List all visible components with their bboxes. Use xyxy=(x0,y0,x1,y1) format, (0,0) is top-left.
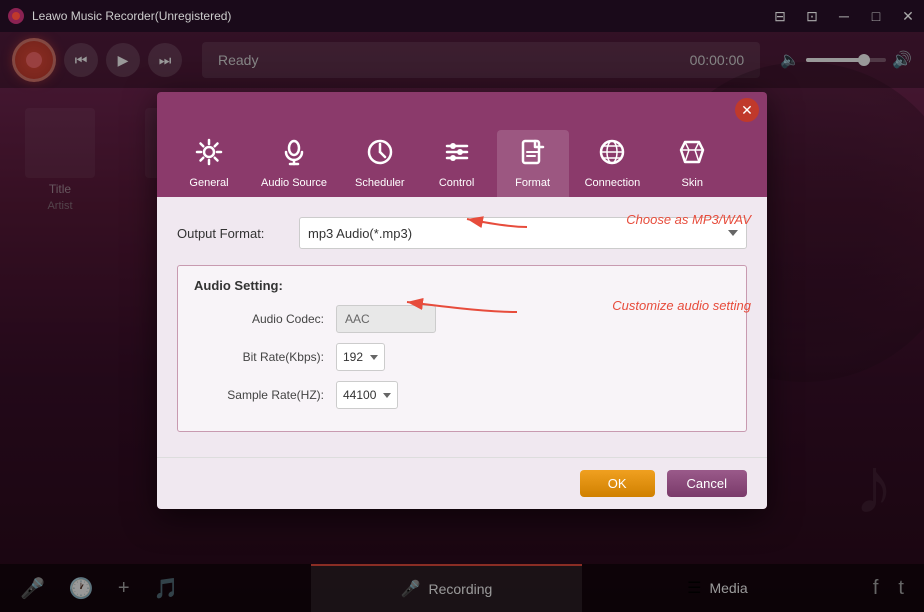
samplerate-select[interactable]: 22050 44100 48000 xyxy=(336,381,398,409)
restore-button[interactable]: ⊡ xyxy=(796,0,828,32)
tab-connection[interactable]: Connection xyxy=(573,130,653,197)
format-select[interactable]: mp3 Audio(*.mp3) WAV Audio(*.wav) AAC Au… xyxy=(299,217,747,249)
general-tab-icon xyxy=(195,138,223,173)
dialog-overlay: ✕ General xyxy=(0,32,924,612)
dialog-footer: OK Cancel xyxy=(157,457,767,509)
samplerate-label: Sample Rate(HZ): xyxy=(194,388,324,402)
control-tab-label: Control xyxy=(439,177,474,189)
minimize-button[interactable]: ─ xyxy=(828,0,860,32)
close-button[interactable]: ✕ xyxy=(892,0,924,32)
window-controls: ⊟ ⊡ ─ □ ✕ xyxy=(764,0,924,32)
output-format-label: Output Format: xyxy=(177,226,287,241)
connection-tab-icon xyxy=(598,138,626,173)
format-tab-icon xyxy=(519,138,547,173)
tab-skin[interactable]: Skin xyxy=(656,130,728,197)
scheduler-tab-icon xyxy=(366,138,394,173)
output-format-row: Output Format: mp3 Audio(*.mp3) WAV Audi… xyxy=(177,217,747,249)
dialog-body: Output Format: mp3 Audio(*.mp3) WAV Audi… xyxy=(157,197,767,457)
format-tab-label: Format xyxy=(515,177,550,189)
audio-source-tab-label: Audio Source xyxy=(261,177,327,189)
codec-value: AAC xyxy=(336,305,436,333)
bitrate-select[interactable]: 64 128 192 256 320 xyxy=(336,343,385,371)
app-title: Leawo Music Recorder(Unregistered) xyxy=(32,9,764,23)
bitrate-row: Bit Rate(Kbps): 64 128 192 256 320 xyxy=(194,343,730,371)
settings-tab-bar: General Audio Source xyxy=(157,122,767,197)
tab-scheduler[interactable]: Scheduler xyxy=(343,130,417,197)
maximize-button[interactable]: □ xyxy=(860,0,892,32)
audio-setting-title: Audio Setting: xyxy=(194,278,730,293)
control-tab-icon xyxy=(443,138,471,173)
samplerate-row: Sample Rate(HZ): 22050 44100 48000 xyxy=(194,381,730,409)
ok-button[interactable]: OK xyxy=(580,470,655,497)
tab-control[interactable]: Control xyxy=(421,130,493,197)
skin-tab-label: Skin xyxy=(682,177,703,189)
tab-audio-source[interactable]: Audio Source xyxy=(249,130,339,197)
cancel-button[interactable]: Cancel xyxy=(667,470,747,497)
title-bar: Leawo Music Recorder(Unregistered) ⊟ ⊡ ─… xyxy=(0,0,924,32)
bitrate-label: Bit Rate(Kbps): xyxy=(194,350,324,364)
dialog-close-row: ✕ xyxy=(157,92,767,122)
audio-source-tab-icon xyxy=(280,138,308,173)
connection-tab-label: Connection xyxy=(585,177,641,189)
tab-general[interactable]: General xyxy=(173,130,245,197)
tab-format[interactable]: Format xyxy=(497,130,569,197)
dialog-close-button[interactable]: ✕ xyxy=(735,98,759,122)
skin-tab-icon xyxy=(678,138,706,173)
restore-small-button[interactable]: ⊟ xyxy=(764,0,796,32)
scheduler-tab-label: Scheduler xyxy=(355,177,405,189)
general-tab-label: General xyxy=(189,177,228,189)
audio-setting-box: Audio Setting: Audio Codec: AAC Bit Rate… xyxy=(177,265,747,432)
codec-label: Audio Codec: xyxy=(194,312,324,326)
app-icon xyxy=(6,6,26,26)
settings-dialog: ✕ General xyxy=(157,92,767,509)
codec-row: Audio Codec: AAC xyxy=(194,305,730,333)
